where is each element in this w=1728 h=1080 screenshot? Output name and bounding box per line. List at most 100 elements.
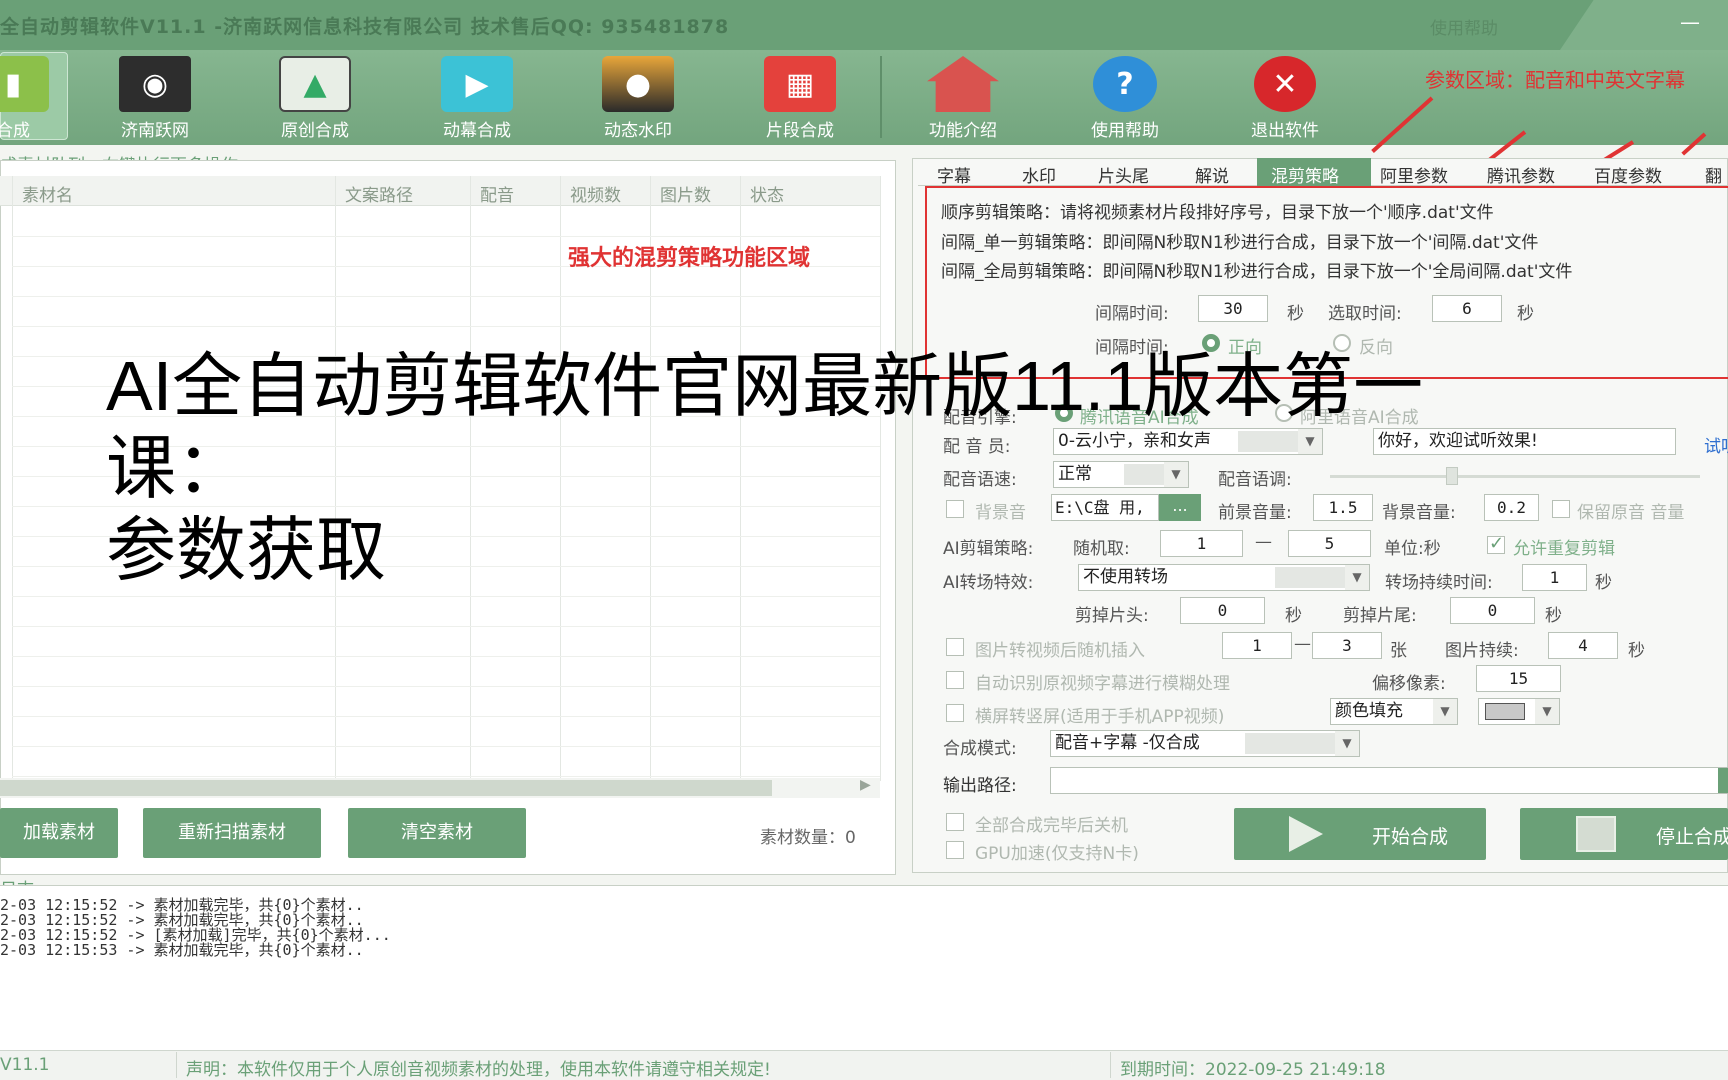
image-duration-input[interactable]: 4 (1548, 632, 1618, 659)
help-icon: ? (1093, 56, 1157, 112)
tool-original-label: 原创合成 (281, 121, 349, 141)
image-max-input[interactable]: 3 (1312, 632, 1382, 659)
preview-link[interactable]: 试听 (1704, 432, 1728, 457)
shutdown-checkbox[interactable] (946, 813, 964, 831)
status-separator (1110, 1052, 1111, 1078)
unit-sec: 秒 (1285, 606, 1302, 626)
tool-motion-label: 动幕合成 (443, 121, 511, 141)
tab-subtitle[interactable]: 字幕 (937, 162, 971, 187)
chevron-down-icon: ▼ (1335, 731, 1359, 756)
image-min-input[interactable]: 1 (1222, 632, 1292, 659)
subtitle-blur-checkbox[interactable] (946, 671, 964, 689)
fill-mode-select[interactable]: 颜色填充 ▼ (1330, 698, 1458, 725)
color-swatch (1485, 703, 1525, 720)
col-script-path[interactable]: 文案路径 (345, 181, 413, 206)
image-insert-checkbox[interactable] (946, 638, 964, 656)
overlay-line-1: AI全自动剪辑软件官网最新版11.1版本第一课： (106, 347, 1424, 507)
tab-mix-strategy[interactable]: 混剪策略 (1271, 162, 1339, 187)
chevron-down-icon: ▼ (1535, 699, 1559, 724)
offset-label: 偏移像素: (1372, 674, 1446, 694)
gpu-checkbox[interactable] (946, 841, 964, 859)
scroll-right-icon[interactable]: ▶ (860, 777, 871, 793)
unit-sec: 秒 (1517, 304, 1534, 324)
image-insert-label: 图片转视频后随机插入 (975, 641, 1145, 661)
offset-input[interactable]: 15 (1476, 665, 1561, 692)
tool-intro-label: 功能介绍 (929, 121, 997, 141)
annotation-params: 参数区域：配音和中英文字幕 (1425, 68, 1685, 92)
tool-compose-label: 合成 (0, 121, 30, 141)
col-material-name[interactable]: 素材名 (22, 181, 73, 206)
table-row (12, 236, 880, 237)
tool-compose[interactable]: ▮ 合成 (0, 52, 68, 142)
load-material-button[interactable]: 加载素材 (0, 808, 118, 858)
col-video-count[interactable]: 视频数 (570, 181, 621, 206)
rescan-material-button[interactable]: 重新扫描素材 (143, 808, 321, 858)
output-path-browse[interactable] (1718, 768, 1728, 793)
interval-time-input[interactable]: 30 (1198, 295, 1268, 322)
tool-watermark-label: 动态水印 (604, 121, 672, 141)
col-status[interactable]: 状态 (750, 181, 784, 206)
clapper-icon: ▮ (0, 56, 49, 112)
tab-intro-outro[interactable]: 片头尾 (1098, 162, 1149, 187)
portrait-checkbox[interactable] (946, 704, 964, 722)
tool-motion[interactable]: ▶ 动幕合成 (422, 52, 532, 142)
status-notice: 声明：本软件仅用于个人原创音视频素材的处理，使用本软件请遵守相关规定! (186, 1060, 771, 1080)
table-row (12, 596, 880, 597)
annotation-mix-strategy: 强大的混剪策略功能区域 (568, 246, 811, 271)
keep-original-label: 保留原音 音量 (1577, 503, 1685, 523)
log-line: 2-03 12:15:53 -> 素材加载完毕，共{0}个素材.. (0, 941, 364, 959)
tool-original[interactable]: ▲ 原创合成 (260, 52, 370, 142)
start-compose-button[interactable]: 开始合成 (1234, 808, 1486, 860)
output-path-input[interactable] (1050, 767, 1728, 794)
window-title: 全自动剪辑软件V11.1 -济南跃网信息科技有限公司 技术售后QQ: 93548… (0, 16, 730, 38)
table-row (12, 746, 880, 747)
unit-sec: 秒 (1545, 606, 1562, 626)
cut-head-input[interactable]: 0 (1180, 597, 1265, 624)
scrollbar-thumb[interactable] (0, 780, 772, 796)
strategy-sequential: 顺序剪辑策略：请将视频素材片段排好序号，目录下放一个'顺序.dat'文件 (941, 203, 1494, 223)
gpu-label: GPU加速(仅支持N卡) (975, 844, 1139, 864)
table-row (12, 296, 880, 297)
select-time-input[interactable]: 6 (1432, 295, 1502, 322)
overlay-line-2: 参数获取 (106, 511, 386, 589)
keep-original-checkbox[interactable] (1552, 500, 1570, 518)
film-doc-icon: ▦ (764, 56, 836, 112)
minimize-button[interactable]: — (1680, 10, 1700, 34)
clear-material-button[interactable]: 清空素材 (348, 808, 526, 858)
table-row (12, 686, 880, 687)
image-duration-label: 图片持续: (1445, 641, 1519, 661)
tool-watermark[interactable]: ● 动态水印 (583, 52, 693, 142)
strategy-interval-global: 间隔_全局剪辑策略：即间隔N秒取N1秒进行合成，目录下放一个'全局间隔.dat'… (941, 262, 1573, 282)
tab-ali-params[interactable]: 阿里参数 (1380, 162, 1448, 187)
fill-mode-value: 颜色填充 (1335, 701, 1403, 721)
start-compose-label: 开始合成 (1372, 826, 1449, 848)
tab-baidu-params[interactable]: 百度参数 (1594, 162, 1662, 187)
table-row (12, 626, 880, 627)
subtitle-blur-label: 自动识别原视频字幕进行模糊处理 (975, 674, 1230, 694)
unit-sec: 秒 (1287, 304, 1304, 324)
transition-duration-input[interactable]: 1 (1522, 564, 1587, 591)
tool-intro[interactable]: 功能介绍 (908, 52, 1018, 142)
unit-sec: 秒 (1595, 573, 1612, 593)
interval-time-label: 间隔时间: (1095, 304, 1169, 324)
tool-help[interactable]: ? 使用帮助 (1070, 52, 1180, 142)
col-image-count[interactable]: 图片数 (660, 181, 711, 206)
tab-narration[interactable]: 解说 (1195, 162, 1229, 187)
tab-tencent-params[interactable]: 腾讯参数 (1487, 162, 1555, 187)
stop-compose-button[interactable]: 停止合成 (1520, 808, 1728, 860)
tool-jinan[interactable]: ◉ 济南跃网 (100, 52, 210, 142)
cut-tail-input[interactable]: 0 (1450, 597, 1535, 624)
tab-watermark[interactable]: 水印 (1022, 162, 1056, 187)
tool-exit[interactable]: ✕ 退出软件 (1230, 52, 1340, 142)
status-separator (176, 1052, 177, 1078)
tab-translate[interactable]: 翻 (1705, 162, 1722, 187)
compose-mode-select[interactable]: 配音+字幕 -仅合成 ▼ (1050, 730, 1360, 757)
grid-header (0, 176, 880, 206)
fill-color-picker[interactable]: ▼ (1478, 698, 1560, 725)
material-count: 素材数量：0 (760, 828, 856, 848)
film-reel-icon: ◉ (119, 56, 191, 112)
col-voice[interactable]: 配音 (480, 181, 514, 206)
title-help-link[interactable]: 使用帮助 (1430, 14, 1498, 39)
tool-segment[interactable]: ▦ 片段合成 (745, 52, 855, 142)
select-time-label: 选取时间: (1328, 304, 1402, 324)
